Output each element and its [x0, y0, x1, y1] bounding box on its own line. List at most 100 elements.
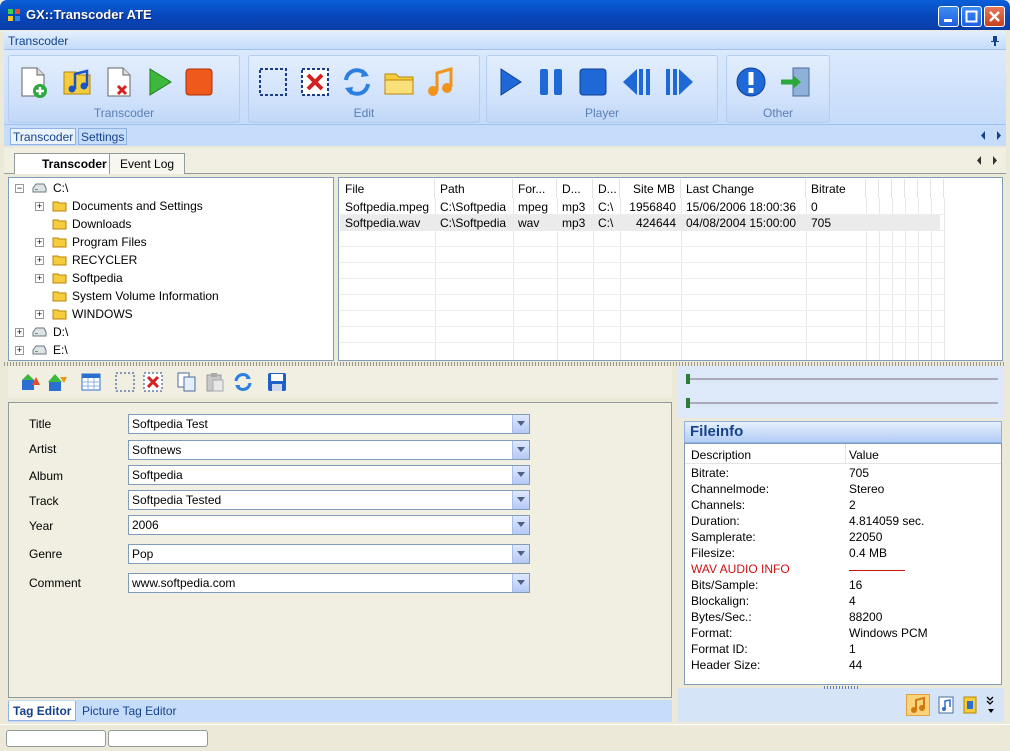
chevron-down-icon[interactable] [512, 574, 529, 592]
volume-slider-track[interactable] [686, 402, 998, 404]
chevron-down-icon[interactable] [512, 545, 529, 563]
file-list[interactable]: File Path For... D... D... Site MB Last … [338, 177, 1003, 361]
tab-event-log[interactable]: Event Log [109, 153, 186, 174]
tree-item[interactable]: + Softpedia [35, 270, 325, 288]
tree-item[interactable]: Downloads [35, 216, 325, 234]
table-row[interactable]: Softpedia.mpeg C:\Softpedia mpeg mp3 C:\… [340, 199, 944, 215]
chevron-down-icon[interactable] [512, 516, 529, 534]
expand-icon[interactable]: + [35, 256, 44, 265]
expand-icon[interactable]: + [35, 202, 44, 211]
pin-icon[interactable] [990, 35, 1000, 46]
table-view-icon[interactable] [80, 371, 102, 393]
refresh-icon[interactable] [339, 64, 375, 100]
column-header-last-change[interactable]: Last Change [681, 179, 806, 198]
stop-icon[interactable] [575, 64, 611, 100]
save-disk-icon[interactable] [266, 371, 288, 393]
tree-item[interactable]: + E:\ [15, 342, 315, 360]
delete-x-icon[interactable] [297, 64, 333, 100]
close-button[interactable] [984, 6, 1005, 27]
tab-transcoder[interactable]: Transcoder [14, 153, 118, 174]
table-row[interactable]: Softpedia.wav C:\Softpedia wav mp3 C:\ 4… [340, 215, 940, 231]
column-header-extra[interactable] [905, 179, 918, 198]
tab-picture-tag-editor[interactable]: Picture Tag Editor [78, 701, 181, 721]
expand-icon[interactable]: + [35, 238, 44, 247]
previous-icon[interactable] [619, 64, 655, 100]
tab-tag-editor[interactable]: Tag Editor [8, 701, 77, 721]
grip-handle[interactable] [824, 686, 858, 689]
music-note-icon[interactable] [423, 64, 459, 100]
column-header-extra[interactable] [918, 179, 931, 198]
column-header-description[interactable]: Description [691, 448, 751, 462]
column-header-dest-drive[interactable]: D... [593, 179, 620, 198]
expand-icon[interactable]: + [35, 310, 44, 319]
paste-icon[interactable] [204, 371, 226, 393]
tree-item[interactable]: System Volume Information [35, 288, 325, 306]
album-field[interactable]: Softpedia [128, 465, 530, 485]
copy-icon[interactable] [176, 371, 198, 393]
new-file-icon[interactable] [15, 64, 51, 100]
next-icon[interactable] [661, 64, 697, 100]
ribbon-tab-settings[interactable]: Settings [78, 128, 128, 145]
title-bar[interactable]: GX::Transcoder ATE [0, 0, 1010, 30]
chevron-down-icon[interactable] [512, 491, 529, 509]
pause-icon[interactable] [533, 64, 569, 100]
remove-file-icon[interactable] [101, 64, 137, 100]
document-music-icon[interactable] [936, 695, 956, 715]
add-music-icon[interactable] [59, 64, 95, 100]
position-slider-thumb[interactable] [686, 374, 690, 384]
expand-icon[interactable]: + [15, 328, 24, 337]
collapse-icon[interactable]: − [15, 184, 24, 193]
fileinfo-list[interactable]: Description Value Bitrate: 705 Channelmod… [684, 443, 1002, 685]
column-header-path[interactable]: Path [435, 179, 513, 198]
exit-icon[interactable] [777, 64, 813, 100]
stop-red-icon[interactable] [181, 64, 217, 100]
overflow-chevron-icon[interactable] [984, 693, 998, 717]
column-header-extra[interactable] [892, 179, 905, 198]
genre-field[interactable]: Pop [128, 544, 530, 564]
expand-icon[interactable]: + [15, 346, 24, 355]
minimize-button[interactable] [938, 6, 959, 27]
delete-x-icon[interactable] [142, 371, 164, 393]
artist-field[interactable]: Softnews [128, 440, 530, 460]
folder-icon[interactable] [381, 64, 417, 100]
column-header-dest-format[interactable]: D... [557, 179, 593, 198]
folder-tree[interactable]: − C:\ + Documents and Settings Downloads… [8, 177, 334, 361]
load-tags-icon[interactable] [20, 371, 42, 393]
tree-item[interactable]: + RECYCLER [35, 252, 325, 270]
column-header-size[interactable]: Site MB [620, 179, 681, 198]
chevron-down-icon[interactable] [512, 441, 529, 459]
volume-slider-thumb[interactable] [686, 398, 690, 408]
save-tags-icon[interactable] [46, 371, 68, 393]
comment-field[interactable]: www.softpedia.com [128, 573, 530, 593]
maximize-button[interactable] [961, 6, 982, 27]
tree-item[interactable]: + D:\ [15, 324, 315, 342]
track-field[interactable]: Softpedia Tested [128, 490, 530, 510]
expand-icon[interactable]: + [35, 274, 44, 283]
play-icon[interactable] [491, 64, 527, 100]
tree-item[interactable]: + Documents and Settings [35, 198, 325, 216]
year-field[interactable]: 2006 [128, 515, 530, 535]
chevron-down-icon[interactable] [512, 466, 529, 484]
tree-item[interactable]: + Program Files [35, 234, 325, 252]
info-icon[interactable] [733, 64, 769, 100]
tree-item[interactable]: − C:\ [15, 180, 315, 198]
column-header-extra[interactable] [866, 179, 879, 198]
ribbon-tab-transcoder[interactable]: Transcoder [10, 128, 77, 145]
refresh-icon[interactable] [232, 371, 254, 393]
column-header-bitrate[interactable]: Bitrate [806, 179, 866, 198]
column-header-extra[interactable] [931, 179, 944, 198]
column-header-extra[interactable] [879, 179, 892, 198]
select-box-icon[interactable] [114, 371, 136, 393]
picture-icon[interactable] [960, 695, 980, 715]
play-green-icon[interactable] [141, 64, 177, 100]
tree-item[interactable]: + WINDOWS [35, 306, 325, 324]
position-slider-track[interactable] [686, 378, 998, 380]
music-view-button[interactable] [906, 694, 930, 716]
title-field[interactable]: Softpedia Test [128, 414, 530, 434]
chevron-down-icon[interactable] [512, 415, 529, 433]
ribbon-tab-scroll-icon[interactable] [980, 130, 1002, 141]
doc-tab-scroll-icon[interactable] [976, 155, 998, 166]
column-header-format[interactable]: For... [513, 179, 557, 198]
select-box-icon[interactable] [255, 64, 291, 100]
column-header-file[interactable]: File [340, 179, 435, 198]
